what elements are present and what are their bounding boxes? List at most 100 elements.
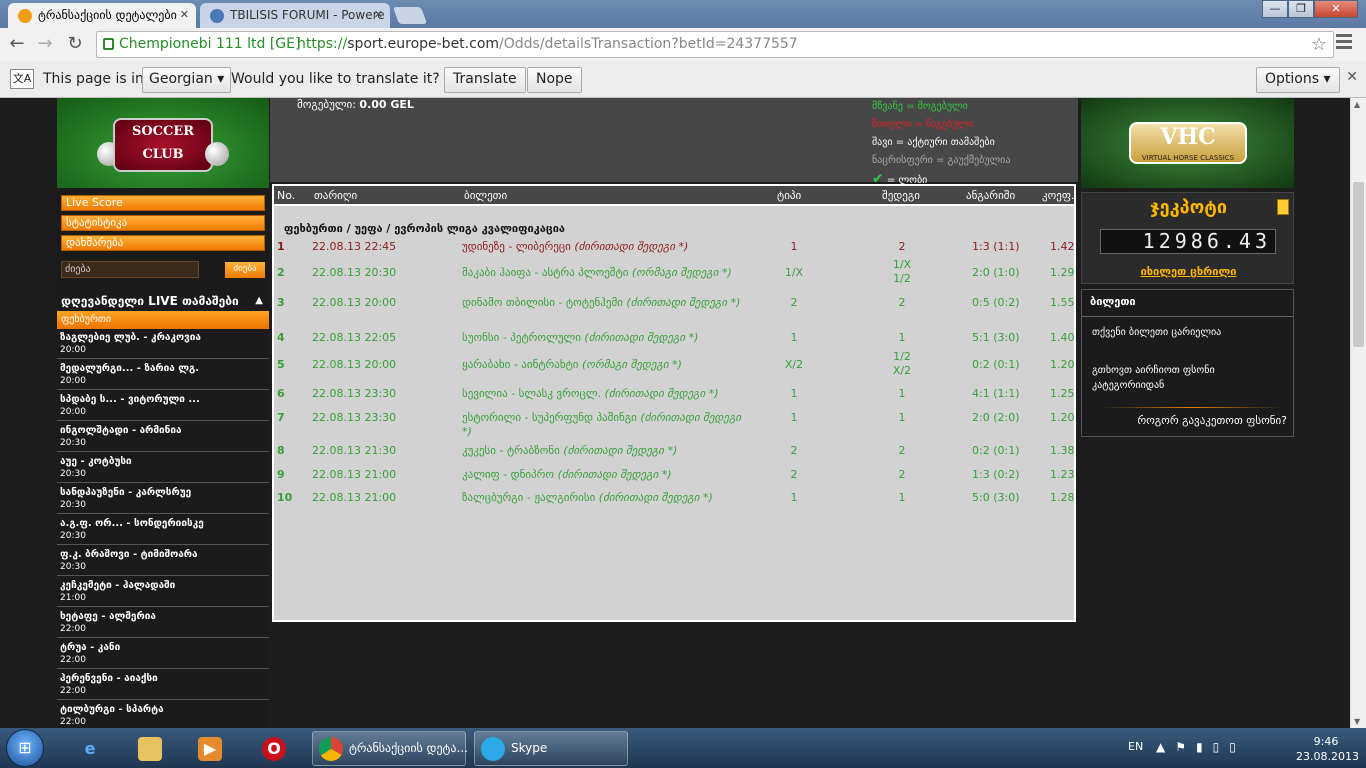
match-name: ფ.კ. ბრაშოვი - ტიმიშოარა xyxy=(60,549,198,560)
infobar-close-icon[interactable]: ✕ xyxy=(1346,69,1358,85)
live-match-item[interactable]: აუე - კოტბუსი 20:30 xyxy=(57,453,269,483)
chrome-icon xyxy=(319,737,343,761)
match-name: ტილბურგი - სპარტა xyxy=(60,704,164,715)
maximize-button[interactable]: ❐ xyxy=(1288,0,1314,18)
forward-button[interactable]: → xyxy=(34,33,56,55)
live-sport-football[interactable]: ფეხბურთი xyxy=(57,311,269,329)
tab-transaction-details[interactable]: ტრანსაქციის დეტალები ✕ xyxy=(8,3,196,28)
live-match-item[interactable]: სპდაბე ს... - ვიტორული ... 20:00 xyxy=(57,391,269,421)
scroll-down-icon[interactable]: ▼ xyxy=(1354,717,1360,726)
cell-odds: 1.20 xyxy=(1050,358,1075,371)
live-match-item[interactable]: ზაგლებიე ლუბ. - კრაკოვია 20:00 xyxy=(57,329,269,359)
live-match-item[interactable]: ფ.კ. ბრაშოვი - ტიმიშოარა 20:30 xyxy=(57,546,269,576)
new-tab-button[interactable] xyxy=(392,7,428,24)
live-match-item[interactable]: ტრუა - კანი 22:00 xyxy=(57,639,269,669)
cell-type: 1 xyxy=(790,411,798,424)
cell-ticket: უდინეზე - ლიბერეცი (ძირითადი შედეგი *) xyxy=(462,240,752,254)
status-legend: მწვანე = მოგებული წითელი = წაგებული შავი… xyxy=(872,98,1010,190)
match-name: ჰერენვენი - აიაქსი xyxy=(60,673,158,684)
soccer-ball-icon xyxy=(205,142,229,166)
search-input[interactable]: ძიება xyxy=(61,261,199,278)
translate-prefix: This page is in xyxy=(43,71,144,87)
live-match-item[interactable]: მედალურგი... - ზარია ლგ. 20:00 xyxy=(57,360,269,390)
live-match-item[interactable]: ხეტაფე - ალმერია 22:00 xyxy=(57,608,269,638)
how-to-bet-link[interactable]: როგორ გავაკეთოთ ფსონი? xyxy=(1137,414,1287,427)
back-button[interactable]: ← xyxy=(6,33,28,55)
market-name: (ძირითადი შედეგი *) xyxy=(563,444,678,457)
bet-slip-hint: გთხოვთ აირჩიოთ ფსონი კატეგორიიდან xyxy=(1092,365,1215,391)
col-score: ანგარიში xyxy=(966,189,1016,202)
url-text[interactable]: https://sport.europe-bet.com/Odds/detail… xyxy=(297,36,798,52)
options-button[interactable]: Options ▾ xyxy=(1256,67,1340,93)
opera-icon[interactable]: O xyxy=(248,732,300,765)
menu-statistics[interactable]: სტატისტიკა xyxy=(61,215,265,231)
tray-icons[interactable]: ▲⚑▮▯▯ xyxy=(1156,740,1246,754)
live-games-heading[interactable]: დღევანდელი LIVE თამაშები ▲ xyxy=(57,291,269,311)
match-teams: კალიფ - დნიპრო xyxy=(462,468,555,481)
match-teams: ესტორილი - სუპერფუნდ პაშინგი xyxy=(462,411,637,424)
scrollbar-thumb[interactable] xyxy=(1353,182,1364,347)
won-label: მოგებული: xyxy=(297,98,356,111)
soccer-club-banner[interactable]: SOCCER CLUB xyxy=(57,98,269,188)
cell-date: 22.08.13 22:05 xyxy=(312,331,397,344)
cell-odds: 1.40 xyxy=(1050,331,1075,344)
media-player-icon[interactable]: ▶ xyxy=(184,732,236,765)
tab-tbilisis-forumi[interactable]: TBILISIS FORUMI - Powere ✕ xyxy=(200,3,390,28)
live-match-item[interactable]: ტილბურგი - სპარტა 22:00 xyxy=(57,701,269,728)
virtual-horse-classics-banner[interactable]: VHC VIRTUAL HORSE CLASSICS xyxy=(1081,98,1294,188)
match-teams: დინამო თბილისი - ტოტენჰემი xyxy=(462,296,623,309)
system-clock[interactable]: 9:46 23.08.2013 xyxy=(1296,734,1359,764)
start-button[interactable]: ⊞ xyxy=(6,729,44,767)
bookmark-star-icon[interactable]: ☆ xyxy=(1311,34,1327,55)
search-button[interactable]: ძიება xyxy=(225,262,265,278)
tab-close-icon[interactable]: ✕ xyxy=(374,8,383,21)
live-match-item[interactable]: ინგოლშტადი - არმინია 20:30 xyxy=(57,422,269,452)
nope-button[interactable]: Nope xyxy=(527,67,582,93)
internet-explorer-icon[interactable]: e xyxy=(64,732,116,765)
scroll-up-icon[interactable]: ▲ xyxy=(1354,100,1360,109)
live-match-item[interactable]: ა.გ.ფ. ორ... - სონდერიისკე 20:30 xyxy=(57,515,269,545)
url-path: /Odds/detailsTransaction?betId=24377557 xyxy=(499,36,798,52)
ev-certificate-label[interactable]: Chempionebi 111 ltd [GE] xyxy=(119,36,300,52)
menu-live-score[interactable]: Live Score xyxy=(61,195,265,211)
live-match-item[interactable]: კეჩკემეტი - ჰალადაში 21:00 xyxy=(57,577,269,607)
cell-odds: 1.25 xyxy=(1050,387,1075,400)
live-match-item[interactable]: ჰერენვენი - აიაქსი 22:00 xyxy=(57,670,269,700)
jackpot-table-link[interactable]: იხილეთ ცხრილი xyxy=(1082,265,1295,278)
explorer-folder-icon[interactable] xyxy=(124,732,176,765)
match-name: აუე - კოტბუსი xyxy=(60,456,132,467)
chrome-menu-icon[interactable] xyxy=(1336,34,1352,52)
match-name: კეჩკემეტი - ჰალადაში xyxy=(60,580,176,591)
cell-no: 8 xyxy=(277,444,285,457)
match-time: 20:30 xyxy=(60,562,86,572)
task-chrome[interactable]: ტრანსაქციის დეტა... xyxy=(312,731,468,766)
language-select[interactable]: Georgian ▾ xyxy=(142,67,232,93)
match-teams: მაკაბი ჰაიფა - ასტრა პლოეშტი xyxy=(462,266,629,279)
title-bar: ტრანსაქციის დეტალები ✕ TBILISIS FORUMI -… xyxy=(0,0,1366,28)
match-teams: სუონსი - პეტროლული xyxy=(462,331,581,344)
match-time: 22:00 xyxy=(60,686,86,696)
language-indicator[interactable]: EN xyxy=(1128,740,1143,753)
cell-result: 1 xyxy=(898,387,906,400)
collapse-arrow-icon[interactable]: ▲ xyxy=(255,291,263,311)
cell-score: 0:2 (0:1) xyxy=(972,444,1020,457)
col-date: თარიღი xyxy=(314,189,358,202)
col-odds: კოეფ. xyxy=(1042,189,1075,202)
address-bar[interactable]: Chempionebi 111 ltd [GE] https://sport.e… xyxy=(96,31,1334,58)
document-icon[interactable] xyxy=(1277,199,1289,215)
match-name: სანდჰაუზენი - კარლსრუე xyxy=(60,487,192,498)
menu-help[interactable]: დახმარება xyxy=(61,235,265,251)
translate-infobar: 文A This page is in Georgian ▾ Would you … xyxy=(0,61,1366,98)
minimize-button[interactable]: — xyxy=(1262,0,1288,18)
live-match-item[interactable]: სანდჰაუზენი - კარლსრუე 20:30 xyxy=(57,484,269,514)
tab-close-icon[interactable]: ✕ xyxy=(180,8,189,21)
bet-slip-empty: თქვენი ბილეთი ცარიელია xyxy=(1092,327,1222,338)
page-scrollbar[interactable]: ▲ ▼ xyxy=(1350,98,1366,728)
close-window-button[interactable]: ✕ xyxy=(1314,0,1358,18)
market-name: (ძირითადი შედეგი *) xyxy=(574,240,689,253)
cell-odds: 1.20 xyxy=(1050,411,1075,424)
task-skype[interactable]: Skype xyxy=(474,731,628,766)
right-sidebar: VHC VIRTUAL HORSE CLASSICS ჯეკპოტი 12986… xyxy=(1081,98,1294,728)
translate-button[interactable]: Translate xyxy=(444,67,526,93)
reload-button[interactable]: ↻ xyxy=(64,33,86,55)
